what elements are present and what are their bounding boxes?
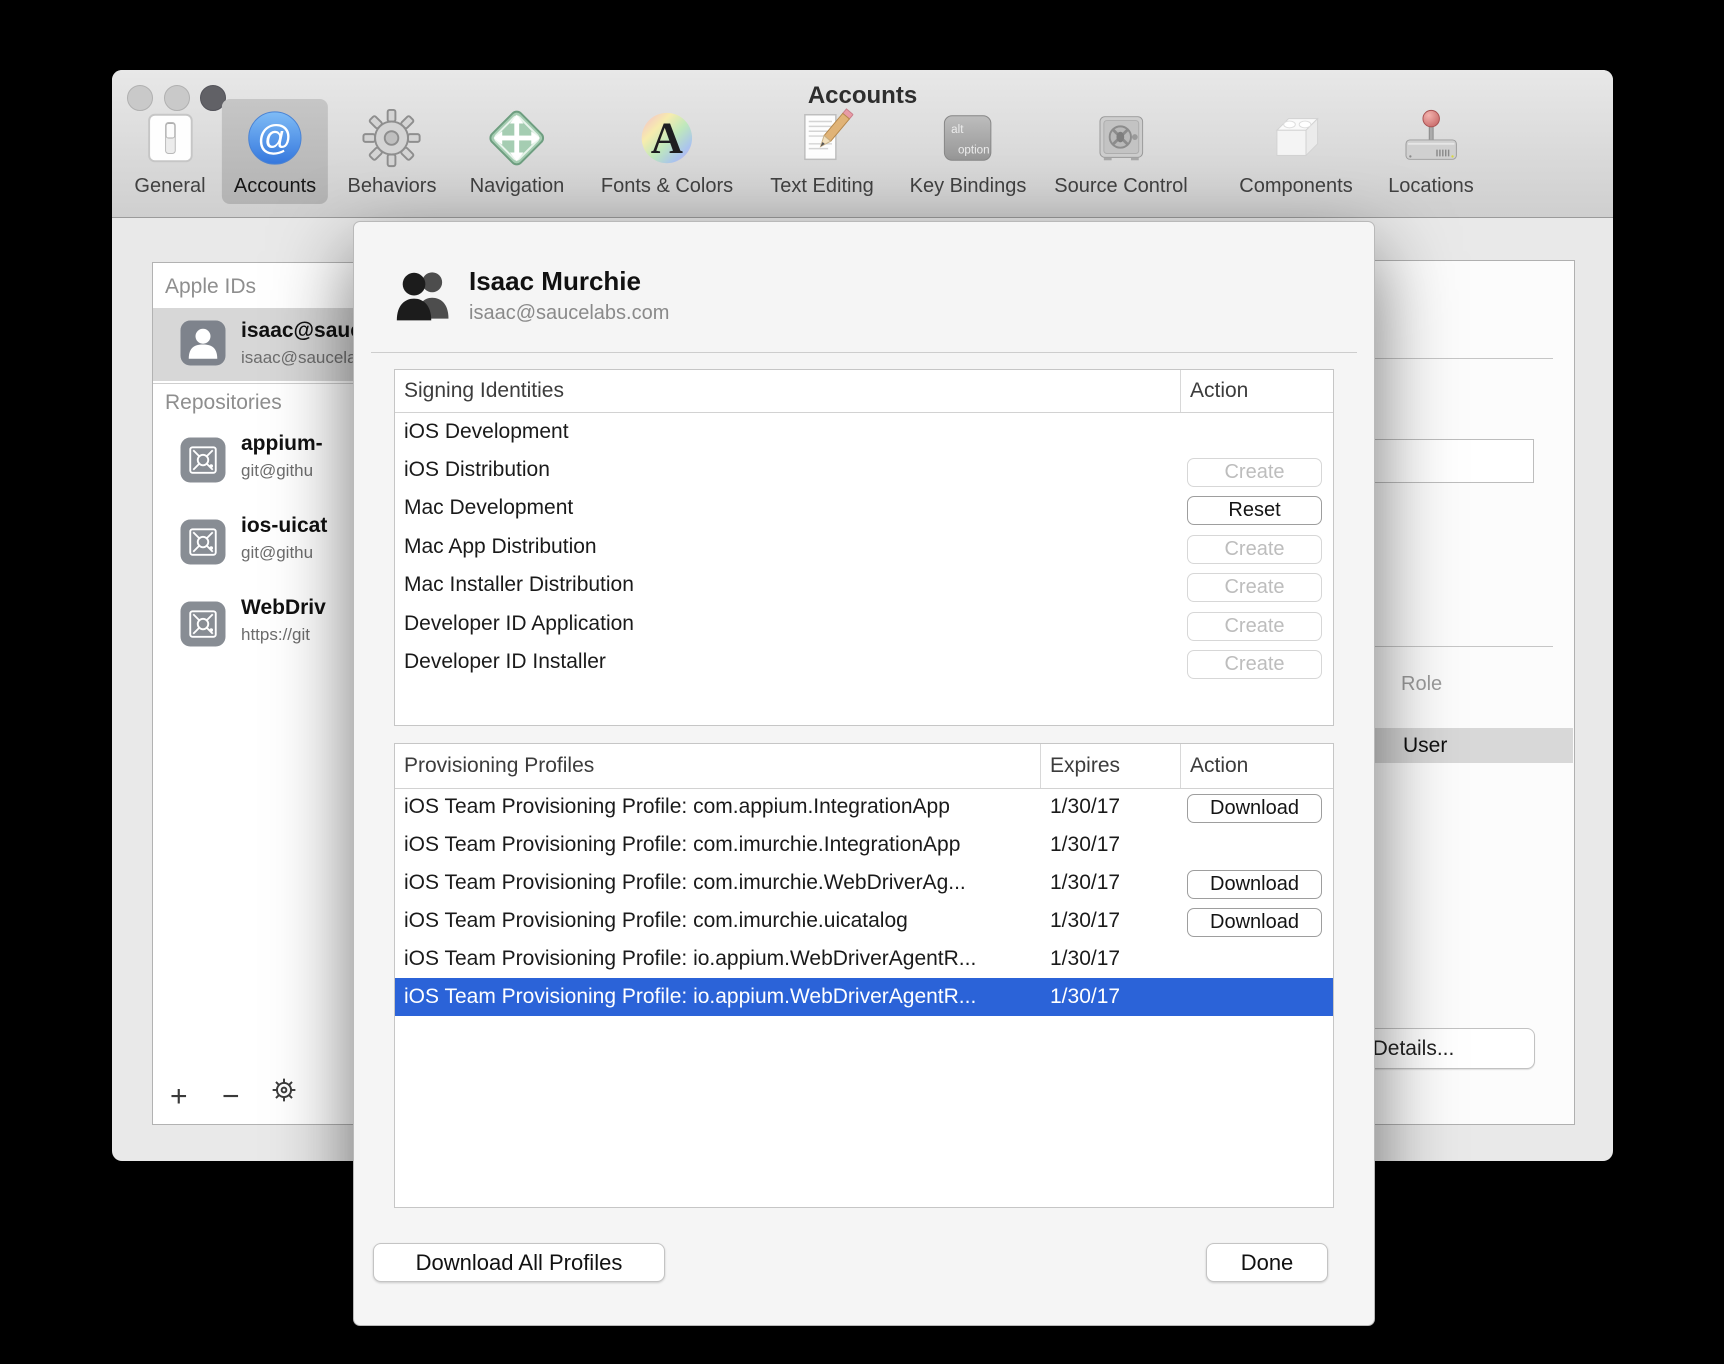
table-row[interactable]: iOS Team Provisioning Profile: io.appium… [395, 940, 1333, 978]
tab-navigation[interactable]: Navigation [458, 99, 577, 204]
tab-label: Source Control [1054, 175, 1187, 198]
tab-label: Navigation [470, 175, 565, 198]
tab-label: Accounts [234, 175, 316, 198]
table-header: Signing Identities Action [395, 370, 1333, 413]
done-button[interactable]: Done [1206, 1243, 1328, 1282]
svg-text:A: A [651, 113, 683, 163]
repo-safe-icon [179, 600, 227, 648]
tab-behaviors[interactable]: Behaviors [336, 99, 449, 204]
create-button: Create [1187, 573, 1322, 602]
gear-icon [271, 1077, 297, 1103]
tab-label: Fonts & Colors [601, 175, 733, 198]
table-header: Provisioning Profiles Expires Action [395, 744, 1333, 789]
accounts-icon: @ [243, 103, 307, 173]
repo-subtitle: git@githu [241, 543, 313, 563]
tab-locations[interactable]: Locations [1376, 99, 1486, 204]
download-button[interactable]: Download [1187, 794, 1322, 823]
signing-identities-column-header: Signing Identities [404, 370, 564, 412]
tab-accounts[interactable]: @ Accounts [222, 99, 328, 204]
svg-text:alt: alt [952, 123, 965, 136]
tab-label: Key Bindings [910, 175, 1027, 198]
provisioning-profiles-table: Provisioning Profiles Expires Action iOS… [394, 743, 1334, 1208]
action-column-header: Action [1190, 370, 1248, 412]
expires-column-header: Expires [1050, 744, 1120, 788]
tab-label: General [134, 175, 205, 198]
repo-safe-icon [179, 436, 227, 484]
repo-title: appium- [241, 432, 323, 456]
svg-text:option: option [958, 144, 990, 157]
download-button[interactable]: Download [1187, 870, 1322, 899]
table-row[interactable]: iOS Team Provisioning Profile: com.imurc… [395, 826, 1333, 864]
repo-title: WebDriv [241, 596, 326, 620]
column-divider [1180, 370, 1181, 412]
column-divider [1040, 744, 1041, 788]
repo-title: ios-uicat [241, 514, 327, 538]
tab-label: Locations [1388, 175, 1474, 198]
table-row-selected[interactable]: iOS Team Provisioning Profile: io.appium… [395, 978, 1333, 1016]
apple-ids-header: Apple IDs [165, 275, 256, 299]
brick-icon [1264, 103, 1328, 173]
create-button: Create [1187, 458, 1322, 487]
gear-icon [360, 103, 424, 173]
fonts-colors-icon: A [635, 103, 699, 173]
action-column-header: Action [1190, 744, 1248, 788]
table-row[interactable]: iOS Development [395, 413, 1333, 451]
repo-subtitle: https://git [241, 625, 310, 645]
safe-icon [1089, 103, 1153, 173]
account-email: isaac@saucelabs.com [469, 302, 669, 325]
team-avatar-icon [394, 266, 454, 324]
remove-account-button[interactable]: − [222, 1082, 240, 1112]
tab-fonts-colors[interactable]: A Fonts & Colors [589, 99, 745, 204]
sheet-divider [371, 352, 1357, 353]
tab-components[interactable]: Components [1227, 99, 1364, 204]
create-button: Create [1187, 612, 1322, 641]
role-value: User [1403, 728, 1447, 763]
repositories-header: Repositories [165, 391, 282, 415]
create-button: Create [1187, 650, 1322, 679]
tab-key-bindings[interactable]: alt option Key Bindings [898, 99, 1039, 204]
account-name: Isaac Murchie [469, 266, 641, 297]
column-divider [1180, 744, 1181, 788]
tab-label: Behaviors [348, 175, 437, 198]
add-account-button[interactable]: + [170, 1082, 188, 1112]
tab-label: Text Editing [770, 175, 873, 198]
tab-general[interactable]: General [122, 99, 217, 204]
text-editing-icon [790, 103, 854, 173]
option-key-icon: alt option [936, 103, 1000, 173]
provisioning-profiles-column-header: Provisioning Profiles [404, 744, 594, 788]
account-sheet: Isaac Murchie isaac@saucelabs.com Signin… [353, 221, 1375, 1326]
general-icon [138, 103, 202, 173]
download-all-profiles-button[interactable]: Download All Profiles [373, 1243, 665, 1282]
account-actions-gear-button[interactable] [271, 1077, 297, 1109]
svg-text:@: @ [257, 119, 292, 158]
titlebar: Accounts General @ Accounts [112, 70, 1613, 218]
reset-button[interactable]: Reset [1187, 496, 1322, 525]
disk-joystick-icon [1399, 103, 1463, 173]
tab-label: Components [1239, 175, 1352, 198]
repo-subtitle: git@githu [241, 461, 313, 481]
signing-identities-table: Signing Identities Action iOS Developmen… [394, 369, 1334, 726]
role-header: Role [1401, 673, 1442, 696]
tab-source-control[interactable]: Source Control [1042, 99, 1199, 204]
create-button: Create [1187, 535, 1322, 564]
navigation-icon [485, 103, 549, 173]
person-icon [179, 319, 227, 367]
download-button[interactable]: Download [1187, 908, 1322, 937]
tab-text-editing[interactable]: Text Editing [758, 99, 885, 204]
repo-safe-icon [179, 518, 227, 566]
